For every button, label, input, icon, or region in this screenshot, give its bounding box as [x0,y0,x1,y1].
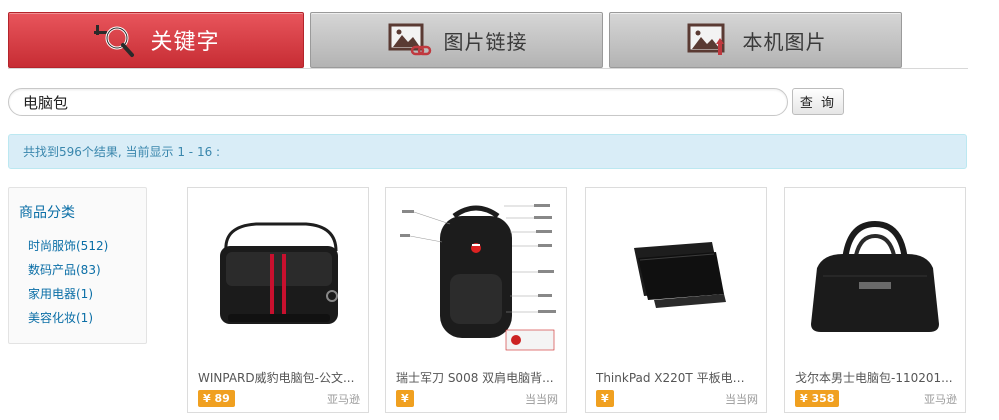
price-badge: ¥ [396,390,414,407]
tab-image-link[interactable]: 图片链接 [310,12,603,68]
category-title: 商品分类 [19,205,75,221]
tab-image-link-label: 图片链接 [443,29,528,54]
product-title[interactable]: ThinkPad X220T 平板电脑... [596,369,756,386]
search-button[interactable]: 查 询 [792,88,844,115]
price-badge: ¥ 358 [795,390,840,407]
category-item-digital[interactable]: 数码产品(83) [28,258,136,282]
tab-local-image-label: 本机图片 [742,29,827,54]
category-sidebar: 商品分类 时尚服饰(512) 数码产品(83) 家用电器(1) 美容化妆(1) [8,187,147,344]
product-card[interactable]: 瑞士军刀 S008 双肩电脑背... ¥ 当当网 [385,187,567,413]
store-name: 当当网 [725,393,758,406]
search-input[interactable] [8,88,788,116]
tab-local-image[interactable]: 本机图片 [609,12,902,68]
leather-briefcase-image[interactable] [793,196,957,360]
image-upload-icon [685,20,733,60]
store-name: 当当网 [525,393,558,406]
keyword-search-icon [92,20,140,60]
product-title[interactable]: 瑞士军刀 S008 双肩电脑背... [396,369,556,386]
product-card[interactable]: 戈尔本男士电脑包-110201... ¥ 358 亚马逊 [784,187,966,413]
category-item-appliances[interactable]: 家用电器(1) [28,282,136,306]
product-card[interactable]: WINPARD威豹电脑包-公文... ¥ 89 亚马逊 [187,187,369,413]
store-name: 亚马逊 [924,393,957,406]
product-card[interactable]: ThinkPad X220T 平板电脑... ¥ 当当网 [585,187,767,413]
price-badge: ¥ 89 [198,390,235,407]
image-link-icon [386,20,434,60]
store-name: 亚马逊 [327,393,360,406]
laptop-sleeve-image[interactable] [594,196,758,360]
price-badge: ¥ [596,390,614,407]
category-item-fashion[interactable]: 时尚服饰(512) [28,234,136,258]
result-info-bar: 共找到596个结果, 当前显示 1 - 16 : [8,134,967,169]
category-item-beauty[interactable]: 美容化妆(1) [28,306,136,330]
tabs-divider [8,68,968,69]
product-title[interactable]: 戈尔本男士电脑包-110201... [795,369,955,386]
search-mode-tabs: 关键字 图片链接 本机图片 [0,0,999,72]
tab-keyword-label: 关键字 [150,30,220,55]
messenger-bag-image[interactable] [196,196,360,360]
product-title[interactable]: WINPARD威豹电脑包-公文... [198,369,358,386]
backpack-image[interactable] [394,196,558,360]
tab-keyword[interactable]: 关键字 [8,12,304,68]
result-info-text: 共找到596个结果, 当前显示 1 - 16 : [23,145,221,159]
